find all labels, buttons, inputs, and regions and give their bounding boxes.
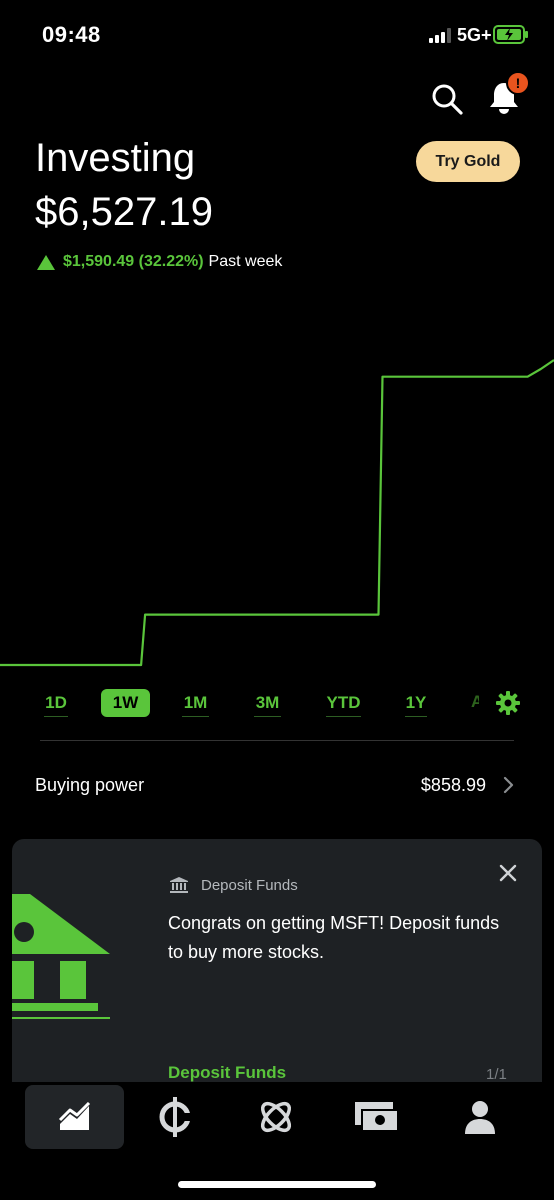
range-all[interactable]: ALL <box>471 692 479 714</box>
notification-badge[interactable]: ! <box>506 71 530 95</box>
range-1m[interactable]: 1M <box>182 689 209 717</box>
network-type: 5G+ <box>457 25 492 45</box>
range-1w[interactable]: 1W <box>101 689 150 717</box>
crypto-icon <box>159 1097 192 1137</box>
card-tag: Deposit Funds <box>170 875 298 895</box>
home-indicator <box>178 1181 376 1188</box>
time-range-selector: 1D 1W 1M 3M YTD 1Y ALL <box>0 684 554 724</box>
change-value: $1,590.49 (32.22%) <box>63 253 204 270</box>
search-icon[interactable] <box>430 82 464 116</box>
chart-icon <box>58 1102 90 1130</box>
bank-illustration-icon <box>12 894 110 1019</box>
close-icon[interactable] <box>499 864 517 882</box>
change-period: Past week <box>208 253 283 270</box>
portfolio-chart[interactable] <box>0 300 554 680</box>
card-pager: 1/1 <box>486 1066 507 1083</box>
card-tag-label: Deposit Funds <box>201 876 298 894</box>
status-bar: 09:48 5G+ <box>0 0 554 70</box>
portfolio-change: $1,590.49 (32.22%) Past week <box>37 251 282 273</box>
explore-icon <box>260 1101 291 1133</box>
nav-explore[interactable] <box>226 1085 325 1149</box>
nav-investing[interactable] <box>25 1085 124 1149</box>
nav-profile[interactable] <box>430 1085 529 1149</box>
divider <box>40 740 514 741</box>
try-gold-button[interactable]: Try Gold <box>416 141 520 182</box>
bank-icon <box>170 877 188 893</box>
chevron-right-icon <box>503 776 514 794</box>
buying-power-row[interactable]: Buying power $858.99 <box>0 765 554 805</box>
status-time: 09:48 <box>42 22 101 47</box>
card-message: Congrats on getting MSFT! Deposit funds … <box>168 913 500 962</box>
cash-icon <box>354 1102 399 1132</box>
profile-icon <box>464 1101 495 1134</box>
deposit-funds-link[interactable]: Deposit Funds <box>168 1063 286 1083</box>
deposit-promo-card[interactable]: Deposit Funds Congrats on getting MSFT! … <box>12 839 542 1099</box>
up-arrow-icon <box>37 254 55 270</box>
range-3m[interactable]: 3M <box>254 689 281 717</box>
buying-power-value: $858.99 <box>420 775 486 795</box>
range-1y[interactable]: 1Y <box>405 689 427 717</box>
portfolio-value: $6,527.19 <box>35 190 213 234</box>
range-1d[interactable]: 1D <box>44 689 68 717</box>
nav-cash[interactable] <box>327 1085 426 1149</box>
chart-line-series <box>0 359 554 667</box>
battery-icon <box>493 25 528 44</box>
buying-power-label: Buying power <box>35 775 145 795</box>
page-title: Investing <box>35 136 196 180</box>
gear-icon[interactable] <box>495 690 521 716</box>
range-ytd[interactable]: YTD <box>326 689 361 717</box>
signal-icon <box>429 28 453 43</box>
nav-crypto[interactable] <box>125 1085 224 1149</box>
